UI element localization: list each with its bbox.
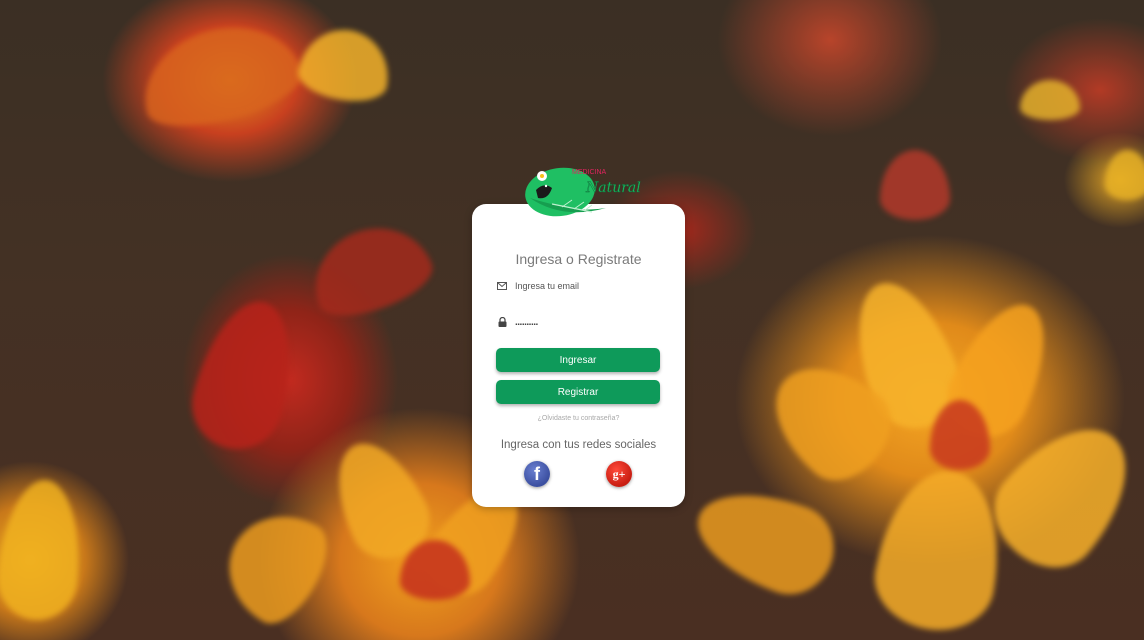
register-button[interactable]: Registrar xyxy=(496,380,660,404)
brand-logo: MEDICINA Natural xyxy=(522,160,642,220)
social-login-title: Ingresa con tus redes sociales xyxy=(500,439,657,451)
google-plus-glyph: g+ xyxy=(612,466,626,481)
login-title: Ingresa o Registrate xyxy=(515,251,642,267)
email-field xyxy=(496,276,661,296)
password-field: .......... xyxy=(496,312,661,332)
logo-text-top: MEDICINA xyxy=(572,169,607,176)
email-input[interactable] xyxy=(515,281,655,291)
forgot-password-link[interactable]: ¿Olvidaste tu contraseña? xyxy=(472,415,685,422)
lock-icon xyxy=(496,316,508,328)
password-input[interactable]: .......... xyxy=(515,317,655,328)
envelope-icon xyxy=(496,280,508,292)
facebook-glyph: f xyxy=(534,463,540,484)
facebook-icon[interactable]: f xyxy=(524,461,550,487)
logo-text-bottom: Natural xyxy=(585,180,641,196)
login-card: Ingresa o Registrate .......... Ingresar… xyxy=(472,204,685,507)
login-button[interactable]: Ingresar xyxy=(496,348,660,372)
google-plus-icon[interactable]: g+ xyxy=(606,461,632,487)
leaf-logo-icon: MEDICINA Natural xyxy=(525,167,641,217)
